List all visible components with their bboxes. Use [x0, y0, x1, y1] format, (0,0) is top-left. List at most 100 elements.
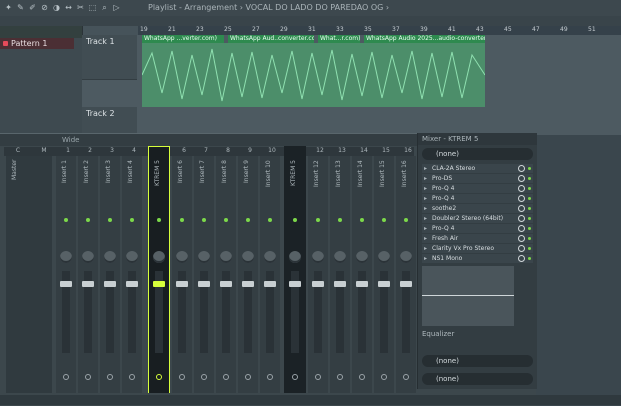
route-icon[interactable] — [403, 374, 409, 380]
play-icon[interactable]: ▷ — [112, 3, 121, 12]
route-icon[interactable] — [179, 374, 185, 380]
pan-knob[interactable] — [82, 251, 94, 263]
fx-slot[interactable]: ▸ soothe2 — [422, 204, 533, 213]
fader-handle[interactable] — [198, 281, 210, 287]
fader-handle[interactable] — [264, 281, 276, 287]
pan-knob[interactable] — [104, 251, 116, 263]
route-icon[interactable] — [381, 374, 387, 380]
mixer-strip[interactable]: Insert 8 — [216, 156, 236, 393]
mixer-strip[interactable]: Insert 9 — [238, 156, 258, 393]
slot-led[interactable] — [528, 187, 531, 190]
track-header[interactable]: Track 2 — [82, 107, 137, 136]
mix-knob[interactable] — [518, 185, 525, 192]
fader-handle[interactable] — [220, 281, 232, 287]
slot-led[interactable] — [528, 197, 531, 200]
mixer-strip[interactable]: Insert 10 — [260, 156, 280, 393]
fader-handle[interactable] — [242, 281, 254, 287]
pattern-item[interactable]: Pattern 1 — [0, 38, 74, 49]
mix-knob[interactable] — [518, 215, 525, 222]
audio-clip[interactable]: WhatsApp Aud..converter.com) — [228, 35, 314, 43]
mix-knob[interactable] — [518, 245, 525, 252]
route-icon[interactable] — [156, 374, 162, 380]
mix-knob[interactable] — [518, 195, 525, 202]
route-icon[interactable] — [267, 374, 273, 380]
output-select[interactable]: (none) — [422, 355, 533, 367]
mix-knob[interactable] — [518, 235, 525, 242]
route-icon[interactable] — [201, 374, 207, 380]
zoom-icon[interactable]: ⌕ — [100, 3, 109, 12]
slot-led[interactable] — [528, 167, 531, 170]
mixer-strip[interactable]: Insert 4 — [122, 156, 142, 393]
mixer-strip[interactable]: Insert 16 — [396, 156, 416, 393]
slot-led[interactable] — [528, 237, 531, 240]
pan-knob[interactable] — [126, 251, 138, 263]
mixer-strip[interactable]: Insert 2 — [78, 156, 98, 393]
mixer-view-label[interactable]: Wide — [62, 136, 79, 144]
pan-knob[interactable] — [312, 251, 324, 263]
slot-led[interactable] — [528, 257, 531, 260]
mix-knob[interactable] — [518, 175, 525, 182]
paint-icon[interactable]: ✎ — [16, 3, 25, 12]
mix-knob[interactable] — [518, 225, 525, 232]
fx-slot[interactable]: ▸ Fresh Air — [422, 234, 533, 243]
fx-slot[interactable]: ▸ NS1 Mono — [422, 254, 533, 263]
route-icon[interactable] — [223, 374, 229, 380]
pan-knob[interactable] — [400, 251, 412, 263]
fader-handle[interactable] — [176, 281, 188, 287]
fader-handle[interactable] — [60, 281, 72, 287]
pan-knob[interactable] — [264, 251, 276, 263]
input-select[interactable]: (none) — [422, 148, 533, 160]
fader-handle[interactable] — [153, 281, 165, 287]
fader-handle[interactable] — [378, 281, 390, 287]
slice-icon[interactable]: ✂ — [76, 3, 85, 12]
route-icon[interactable] — [129, 374, 135, 380]
audio-clip[interactable]: What...r.com) — [318, 35, 360, 43]
route-icon[interactable] — [63, 374, 69, 380]
master-strip[interactable]: Master — [6, 156, 52, 393]
mixer-strip[interactable]: Insert 7 — [194, 156, 214, 393]
pan-knob[interactable] — [60, 251, 72, 263]
fader-handle[interactable] — [289, 281, 301, 287]
mixer-strip[interactable]: KTREM 5 — [285, 156, 305, 393]
draw-icon[interactable]: ✐ — [28, 3, 37, 12]
mixer-strip[interactable]: Insert 14 — [352, 156, 372, 393]
route-icon[interactable] — [315, 374, 321, 380]
mix-knob[interactable] — [518, 165, 525, 172]
output-select[interactable]: (none) — [422, 373, 533, 385]
pan-knob[interactable] — [198, 251, 210, 263]
fx-slot[interactable]: ▸ Pro-Q 4 — [422, 194, 533, 203]
fader-handle[interactable] — [400, 281, 412, 287]
fx-slot[interactable]: ▸ Pro-Q 4 — [422, 184, 533, 193]
slot-led[interactable] — [528, 177, 531, 180]
mixer-strip[interactable]: Insert 3 — [100, 156, 120, 393]
pan-knob[interactable] — [153, 251, 165, 263]
fx-slot[interactable]: ▸ Pro-Q 4 — [422, 224, 533, 233]
audio-clip[interactable]: WhatsApp ...verter.com) — [142, 35, 224, 43]
slot-led[interactable] — [528, 217, 531, 220]
snap-icon[interactable]: ✦ — [4, 3, 13, 12]
mixer-strip[interactable]: Insert 15 — [374, 156, 394, 393]
pan-knob[interactable] — [220, 251, 232, 263]
mixer-strip[interactable]: KTREM 5 — [149, 156, 169, 393]
mix-knob[interactable] — [518, 255, 525, 262]
fx-slot[interactable]: ▸ CLA-2A Stereo — [422, 164, 533, 173]
fader-handle[interactable] — [104, 281, 116, 287]
mute-icon[interactable]: ◑ — [52, 3, 61, 12]
delete-icon[interactable]: ⊘ — [40, 3, 49, 12]
fader-handle[interactable] — [82, 281, 94, 287]
fader-handle[interactable] — [356, 281, 368, 287]
route-icon[interactable] — [245, 374, 251, 380]
mixer-strip[interactable]: Insert 1 — [56, 156, 76, 393]
pan-knob[interactable] — [289, 251, 301, 263]
mixer-strip[interactable]: Insert 6 — [172, 156, 192, 393]
pan-knob[interactable] — [176, 251, 188, 263]
slip-icon[interactable]: ↔ — [64, 3, 73, 12]
pan-knob[interactable] — [334, 251, 346, 263]
fader-handle[interactable] — [334, 281, 346, 287]
pan-knob[interactable] — [378, 251, 390, 263]
route-icon[interactable] — [292, 374, 298, 380]
eq-display[interactable] — [422, 266, 514, 326]
route-icon[interactable] — [359, 374, 365, 380]
track-header[interactable]: Track 1 — [82, 35, 137, 80]
fader-handle[interactable] — [312, 281, 324, 287]
